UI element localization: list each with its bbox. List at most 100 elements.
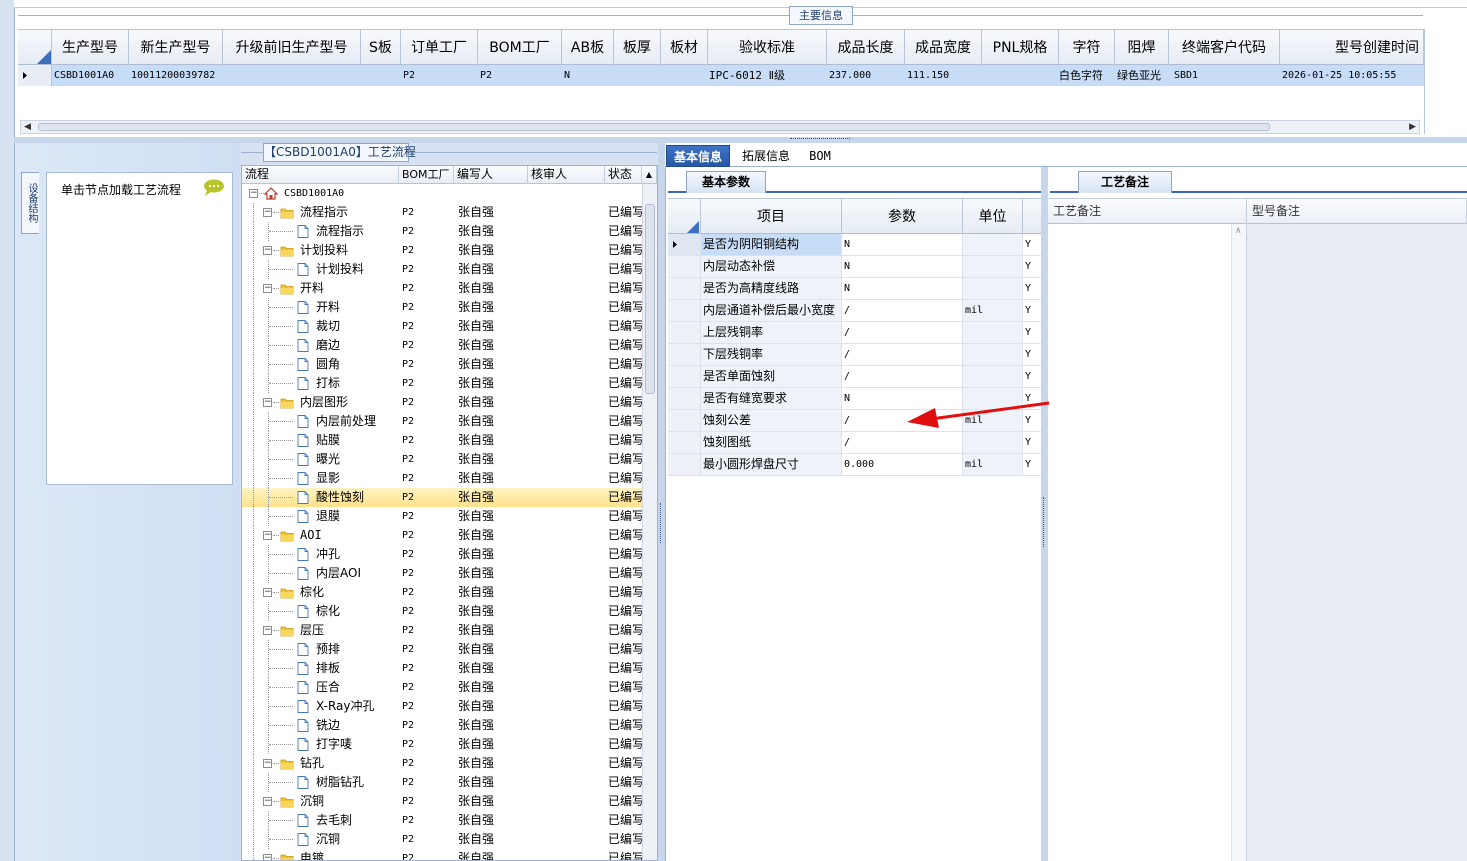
param-row[interactable]: 是否为高精度线路 N Y (668, 278, 1042, 300)
collapse-box-icon[interactable]: − (263, 208, 272, 217)
param-row-indicator[interactable] (668, 366, 701, 387)
tree-step-row[interactable]: 贴膜 P2 张自强 已编写 (242, 431, 642, 450)
collapse-box-icon[interactable]: − (263, 284, 272, 293)
col-material[interactable]: 板材 (661, 29, 708, 65)
col-width[interactable]: 成品宽度 (905, 29, 982, 65)
col-silkscreen[interactable]: 字符 (1059, 29, 1115, 65)
tree-step-row[interactable]: 裁切 P2 张自强 已编写 (242, 317, 642, 336)
tree-folder-row[interactable]: − 钻孔 P2 张自强 已编写 (242, 754, 642, 773)
col-prod-model[interactable]: 生产型号 (52, 29, 129, 65)
param-row-indicator[interactable] (668, 322, 701, 343)
tree-folder-row[interactable]: − 棕化 P2 张自强 已编写 (242, 583, 642, 602)
param-row[interactable]: 下层残铜率 / Y (668, 344, 1042, 366)
col-ab-board[interactable]: AB板 (562, 29, 614, 65)
tree-vscrollbar[interactable] (642, 184, 657, 860)
param-corner-header[interactable] (668, 198, 701, 234)
param-row[interactable]: 是否单面蚀刻 / Y (668, 366, 1042, 388)
param-unit[interactable] (963, 432, 1023, 453)
cell-order-factory[interactable]: P2 (403, 65, 478, 86)
main-grid-row[interactable]: CSBD1001A0 10011200039782 P2 P2 N IPC-60… (18, 65, 1424, 86)
tree-step-row[interactable]: 打标 P2 张自强 已编写 (242, 374, 642, 393)
cell-s-board[interactable] (363, 65, 401, 86)
param-unit[interactable]: mil (963, 300, 1023, 321)
collapse-box-icon[interactable]: − (249, 189, 258, 198)
param-row[interactable]: 最小圆形焊盘尺寸 0.000 mil Y (668, 454, 1042, 476)
vertical-tab-device-structure[interactable]: 设备结构 (21, 172, 39, 234)
cell-created[interactable]: 2026-01-25 10:05:55 (1282, 65, 1422, 86)
scroll-left-arrow-icon[interactable]: ◀ (24, 121, 31, 133)
collapse-box-icon[interactable]: − (263, 854, 272, 860)
col-old-model[interactable]: 升级前旧生产型号 (223, 29, 361, 65)
collapse-box-icon[interactable]: − (263, 398, 272, 407)
param-flag[interactable]: Y (1023, 234, 1042, 255)
col-created[interactable]: 型号创建时间 (1280, 29, 1424, 65)
process-remark-header[interactable]: 工艺备注 (1048, 199, 1247, 224)
col-new-model[interactable]: 新生产型号 (129, 29, 223, 65)
param-unit[interactable] (963, 278, 1023, 299)
param-row-indicator[interactable] (668, 410, 701, 431)
param-value[interactable]: / (842, 300, 963, 321)
tab-bom[interactable]: BOM (801, 145, 839, 167)
param-unit[interactable] (963, 344, 1023, 365)
remark-vscrollbar[interactable]: ∧ (1231, 224, 1246, 861)
tree-splitter[interactable] (658, 143, 665, 861)
tree-col-status[interactable]: 状态 (605, 166, 642, 184)
param-flag[interactable]: Y (1023, 278, 1042, 299)
param-row[interactable]: 上层残铜率 / Y (668, 322, 1042, 344)
param-row[interactable]: 内层动态补偿 N Y (668, 256, 1042, 278)
tree-step-row[interactable]: 排板 P2 张自强 已编写 (242, 659, 642, 678)
scroll-right-arrow-icon[interactable]: ▶ (1409, 121, 1416, 133)
param-row-indicator[interactable] (668, 432, 701, 453)
col-order-factory[interactable]: 订单工厂 (401, 29, 478, 65)
hscroll-thumb[interactable] (38, 123, 1270, 131)
col-customer-code[interactable]: 终端客户代码 (1169, 29, 1280, 65)
tree-folder-row[interactable]: − 层压 P2 张自强 已编写 (242, 621, 642, 640)
tree-folder-row[interactable]: − 流程指示 P2 张自强 已编写 (242, 203, 642, 222)
param-row-indicator[interactable] (668, 388, 701, 409)
col-pnl[interactable]: PNL规格 (982, 29, 1059, 65)
param-row-indicator[interactable] (668, 344, 701, 365)
tree-step-row[interactable]: 冲孔 P2 张自强 已编写 (242, 545, 642, 564)
tree-folder-row[interactable]: − 电镀 P2 张自强 已编写 (242, 849, 642, 860)
collapse-box-icon[interactable]: − (263, 246, 272, 255)
tree-col-bom-factory[interactable]: BOM工厂 (399, 166, 454, 184)
param-value[interactable]: N (842, 256, 963, 277)
tree-step-row[interactable]: 显影 P2 张自强 已编写 (242, 469, 642, 488)
tree-root-row[interactable]: − CSBD1001A0 (242, 184, 642, 203)
param-flag[interactable]: Y (1023, 300, 1042, 321)
param-value[interactable]: 0.000 (842, 454, 963, 475)
col-length[interactable]: 成品长度 (827, 29, 905, 65)
tree-step-row[interactable]: 树脂钻孔 P2 张自强 已编写 (242, 773, 642, 792)
splitter-grip-icon[interactable] (1043, 497, 1045, 547)
param-col-value[interactable]: 参数 (842, 198, 963, 234)
param-unit[interactable] (963, 366, 1023, 387)
tree-step-row[interactable]: 圆角 P2 张自强 已编写 (242, 355, 642, 374)
param-row-indicator[interactable] (668, 454, 701, 475)
param-col-item[interactable]: 项目 (701, 198, 842, 234)
tree-step-row[interactable]: 内层AOI P2 张自强 已编写 (242, 564, 642, 583)
param-row-indicator[interactable] (668, 278, 701, 299)
cell-prod-model[interactable]: CSBD1001A0 (54, 65, 129, 86)
tree-folder-row[interactable]: − AOI P2 张自强 已编写 (242, 526, 642, 545)
cell-standard[interactable]: IPC-6012 Ⅱ级 (709, 65, 827, 86)
tree-step-row[interactable]: X-Ray冲孔 P2 张自强 已编写 (242, 697, 642, 716)
row-selector-header[interactable] (18, 29, 52, 65)
param-unit[interactable] (963, 322, 1023, 343)
tree-step-row[interactable]: 流程指示 P2 张自强 已编写 (242, 222, 642, 241)
cell-pnl[interactable] (984, 65, 1059, 86)
subtab-process-remarks[interactable]: 工艺备注 (1078, 171, 1172, 193)
param-value[interactable]: / (842, 322, 963, 343)
cell-material[interactable] (663, 65, 708, 86)
param-value[interactable]: N (842, 278, 963, 299)
tree-scroll-up-arrow-icon[interactable]: ▲ (642, 166, 657, 184)
param-row[interactable]: 蚀刻图纸 / Y (668, 432, 1042, 454)
cell-soldermask[interactable]: 绿色亚光 (1117, 65, 1171, 86)
param-unit[interactable] (963, 256, 1023, 277)
tree-step-row[interactable]: 压合 P2 张自强 已编写 (242, 678, 642, 697)
param-flag[interactable]: Y (1023, 454, 1042, 475)
cell-length[interactable]: 237.000 (829, 65, 905, 86)
param-row[interactable]: 是否为阴阳铜结构 N Y (668, 234, 1042, 256)
splitter-grip-icon[interactable] (660, 503, 662, 543)
tree-step-row[interactable]: 铣边 P2 张自强 已编写 (242, 716, 642, 735)
tab-extended-info[interactable]: 拓展信息 (735, 145, 797, 167)
